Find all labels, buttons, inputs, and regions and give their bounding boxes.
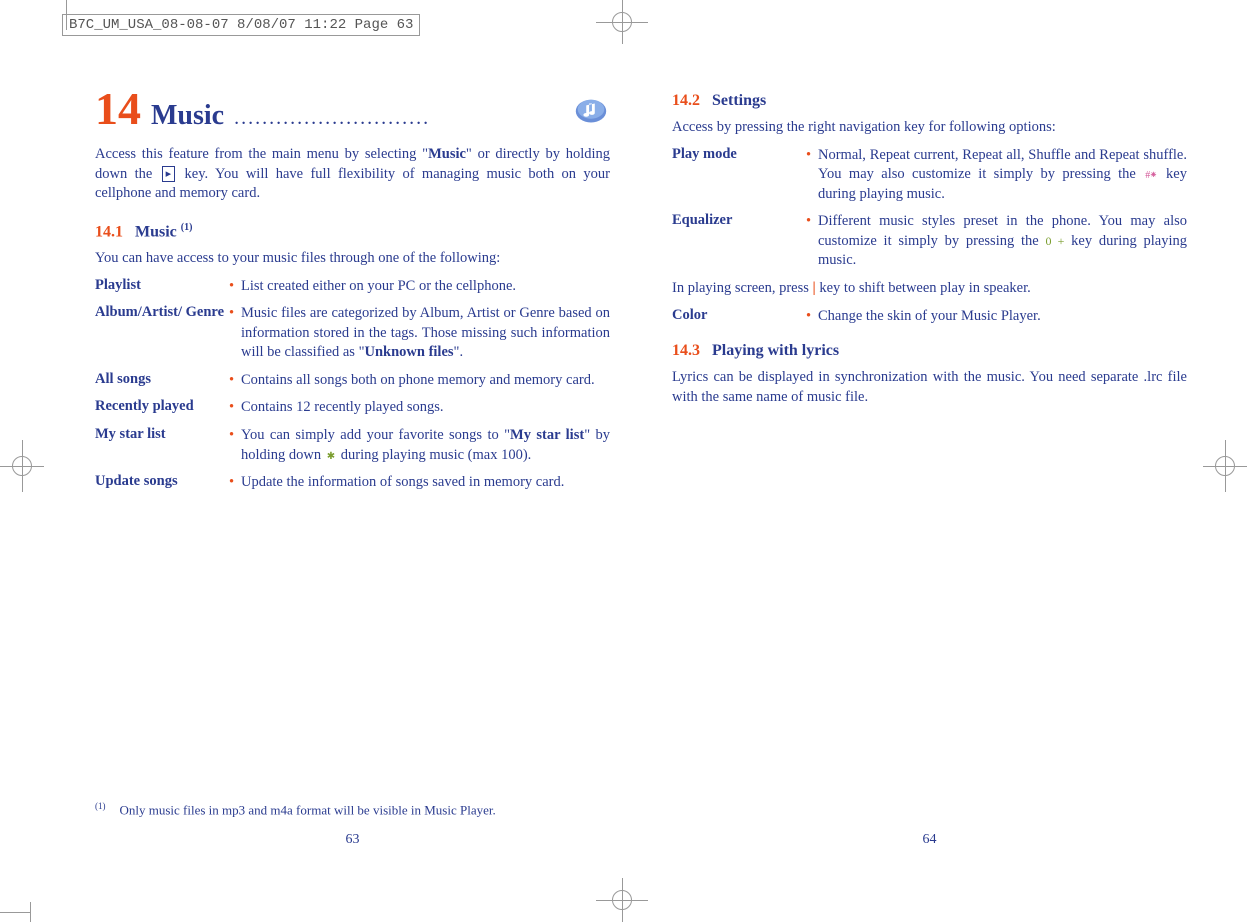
speaker-note: In playing screen, press | key to shift … [672, 279, 1187, 299]
item-color: Color Change the skin of your Music Play… [672, 307, 1187, 327]
page-spread: 14 Music ............................ Ac… [95, 82, 1187, 848]
hash-key-icon: #⁕ [1145, 169, 1156, 183]
chapter-number: 14 [95, 82, 141, 135]
item-equalizer: Equalizer Different music styles preset … [672, 212, 1187, 271]
music-icon [572, 94, 610, 126]
zero-plus-key-icon: 0 + [1045, 234, 1064, 248]
play-key-icon: ▸ [162, 166, 176, 183]
item-recently-played: Recently played Contains 12 recently pla… [95, 398, 610, 418]
section-14-3-heading: 14.3 Playing with lyrics [672, 342, 1187, 360]
crop-mark-right [1203, 440, 1247, 492]
page-left: 14 Music ............................ Ac… [95, 82, 610, 848]
item-playlist: Playlist List created either on your PC … [95, 277, 610, 297]
section-14-3-body: Lyrics can be displayed in synchronizati… [672, 368, 1187, 407]
intro-paragraph: Access this feature from the main menu b… [95, 145, 610, 204]
crop-mark-bottom [596, 878, 648, 922]
crop-mark-top [596, 0, 648, 44]
item-play-mode: Play mode Normal, Repeat current, Repeat… [672, 146, 1187, 205]
crop-corner-top-left [56, 0, 76, 46]
item-album-artist-genre: Album/Artist/ Genre Music files are cate… [95, 304, 610, 363]
star-key-icon: ✱ [327, 450, 335, 464]
item-update-songs: Update songs Update the information of s… [95, 473, 610, 493]
item-all-songs: All songs Contains all songs both on pho… [95, 371, 610, 391]
crop-mark-left [0, 440, 44, 492]
page-right: 14.2 Settings Access by pressing the rig… [672, 82, 1187, 848]
section-14-2-lead: Access by pressing the right navigation … [672, 118, 1187, 138]
heading-dots: ............................ [234, 107, 562, 130]
chapter-heading: 14 Music ............................ [95, 82, 610, 135]
chapter-title: Music [151, 100, 224, 132]
section-14-1-heading: 14.1 Music (1) [95, 222, 610, 241]
item-my-star-list: My star list You can simply add your fav… [95, 426, 610, 465]
page-number-left: 63 [95, 832, 610, 848]
page-number-right: 64 [672, 832, 1187, 848]
section-14-1-lead: You can have access to your music files … [95, 249, 610, 269]
print-header: B7C_UM_USA_08-08-07 8/08/07 11:22 Page 6… [62, 14, 420, 36]
footnote: (1)Only music files in mp3 and m4a forma… [95, 801, 610, 818]
crop-corner-bottom-left [0, 902, 46, 922]
section-14-2-heading: 14.2 Settings [672, 92, 1187, 110]
